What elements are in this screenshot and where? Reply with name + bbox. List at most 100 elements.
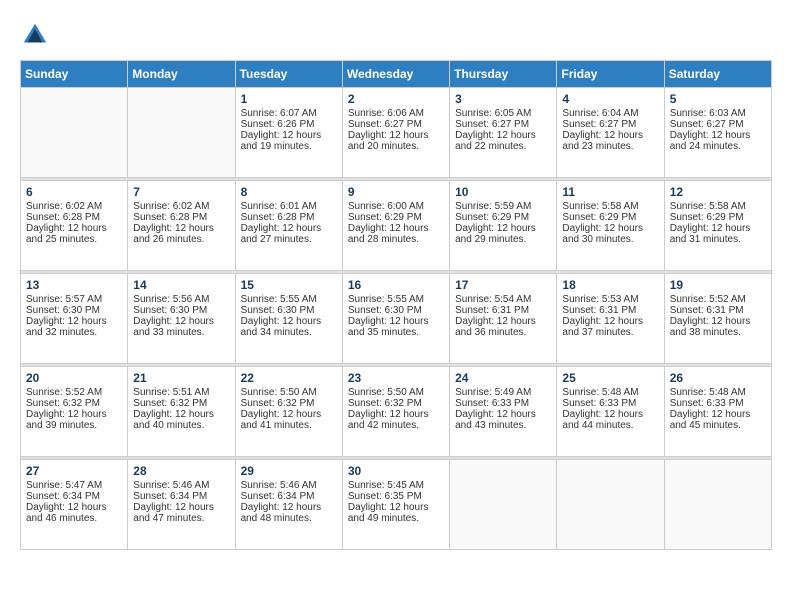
sunrise-text: Sunrise: 5:48 AM — [670, 387, 766, 398]
sunset-text: Sunset: 6:32 PM — [26, 398, 122, 409]
daylight-text: Daylight: 12 hours and 34 minutes. — [241, 316, 337, 338]
calendar-table: SundayMondayTuesdayWednesdayThursdayFrid… — [20, 60, 772, 550]
daylight-text: Daylight: 12 hours and 20 minutes. — [348, 130, 444, 152]
calendar-cell: 15Sunrise: 5:55 AMSunset: 6:30 PMDayligh… — [235, 274, 342, 364]
sunset-text: Sunset: 6:27 PM — [455, 119, 551, 130]
daylight-text: Daylight: 12 hours and 28 minutes. — [348, 223, 444, 245]
day-number: 23 — [348, 371, 444, 385]
header-friday: Friday — [557, 61, 664, 88]
calendar-cell — [128, 88, 235, 178]
daylight-text: Daylight: 12 hours and 47 minutes. — [133, 502, 229, 524]
calendar-cell: 25Sunrise: 5:48 AMSunset: 6:33 PMDayligh… — [557, 367, 664, 457]
sunrise-text: Sunrise: 6:07 AM — [241, 108, 337, 119]
sunrise-text: Sunrise: 5:51 AM — [133, 387, 229, 398]
sunrise-text: Sunrise: 5:58 AM — [670, 201, 766, 212]
day-number: 25 — [562, 371, 658, 385]
day-number: 5 — [670, 92, 766, 106]
day-number: 15 — [241, 278, 337, 292]
daylight-text: Daylight: 12 hours and 30 minutes. — [562, 223, 658, 245]
day-number: 16 — [348, 278, 444, 292]
sunset-text: Sunset: 6:31 PM — [455, 305, 551, 316]
sunset-text: Sunset: 6:27 PM — [670, 119, 766, 130]
calendar-week-2: 13Sunrise: 5:57 AMSunset: 6:30 PMDayligh… — [21, 274, 772, 364]
sunset-text: Sunset: 6:30 PM — [26, 305, 122, 316]
sunrise-text: Sunrise: 5:47 AM — [26, 480, 122, 491]
calendar-cell: 18Sunrise: 5:53 AMSunset: 6:31 PMDayligh… — [557, 274, 664, 364]
day-number: 18 — [562, 278, 658, 292]
logo — [20, 20, 52, 50]
sunrise-text: Sunrise: 6:06 AM — [348, 108, 444, 119]
calendar-cell: 28Sunrise: 5:46 AMSunset: 6:34 PMDayligh… — [128, 460, 235, 550]
daylight-text: Daylight: 12 hours and 27 minutes. — [241, 223, 337, 245]
page-header — [20, 20, 772, 50]
sunset-text: Sunset: 6:34 PM — [133, 491, 229, 502]
sunset-text: Sunset: 6:31 PM — [562, 305, 658, 316]
sunrise-text: Sunrise: 5:48 AM — [562, 387, 658, 398]
calendar-cell: 29Sunrise: 5:46 AMSunset: 6:34 PMDayligh… — [235, 460, 342, 550]
sunset-text: Sunset: 6:30 PM — [133, 305, 229, 316]
calendar-cell: 8Sunrise: 6:01 AMSunset: 6:28 PMDaylight… — [235, 181, 342, 271]
sunset-text: Sunset: 6:34 PM — [241, 491, 337, 502]
sunset-text: Sunset: 6:32 PM — [241, 398, 337, 409]
calendar-cell: 4Sunrise: 6:04 AMSunset: 6:27 PMDaylight… — [557, 88, 664, 178]
sunrise-text: Sunrise: 5:52 AM — [670, 294, 766, 305]
sunrise-text: Sunrise: 5:56 AM — [133, 294, 229, 305]
calendar-cell: 10Sunrise: 5:59 AMSunset: 6:29 PMDayligh… — [450, 181, 557, 271]
day-number: 27 — [26, 464, 122, 478]
daylight-text: Daylight: 12 hours and 33 minutes. — [133, 316, 229, 338]
calendar-cell: 22Sunrise: 5:50 AMSunset: 6:32 PMDayligh… — [235, 367, 342, 457]
daylight-text: Daylight: 12 hours and 25 minutes. — [26, 223, 122, 245]
calendar-header-row: SundayMondayTuesdayWednesdayThursdayFrid… — [21, 61, 772, 88]
sunset-text: Sunset: 6:33 PM — [455, 398, 551, 409]
sunrise-text: Sunrise: 5:57 AM — [26, 294, 122, 305]
header-monday: Monday — [128, 61, 235, 88]
sunset-text: Sunset: 6:27 PM — [562, 119, 658, 130]
day-number: 30 — [348, 464, 444, 478]
sunrise-text: Sunrise: 6:01 AM — [241, 201, 337, 212]
calendar-week-0: 1Sunrise: 6:07 AMSunset: 6:26 PMDaylight… — [21, 88, 772, 178]
calendar-cell: 17Sunrise: 5:54 AMSunset: 6:31 PMDayligh… — [450, 274, 557, 364]
day-number: 9 — [348, 185, 444, 199]
sunset-text: Sunset: 6:28 PM — [26, 212, 122, 223]
day-number: 12 — [670, 185, 766, 199]
day-number: 2 — [348, 92, 444, 106]
daylight-text: Daylight: 12 hours and 43 minutes. — [455, 409, 551, 431]
daylight-text: Daylight: 12 hours and 29 minutes. — [455, 223, 551, 245]
sunset-text: Sunset: 6:29 PM — [348, 212, 444, 223]
calendar-cell — [21, 88, 128, 178]
calendar-cell: 2 Sunrise: 6:06 AMSunset: 6:27 PMDaylight… — [342, 88, 449, 178]
day-number: 6 — [26, 185, 122, 199]
day-number: 17 — [455, 278, 551, 292]
daylight-text: Daylight: 12 hours and 37 minutes. — [562, 316, 658, 338]
sunrise-text: Sunrise: 6:02 AM — [26, 201, 122, 212]
calendar-cell — [664, 460, 771, 550]
daylight-text: Daylight: 12 hours and 38 minutes. — [670, 316, 766, 338]
header-tuesday: Tuesday — [235, 61, 342, 88]
day-number: 21 — [133, 371, 229, 385]
calendar-cell: 3Sunrise: 6:05 AMSunset: 6:27 PMDaylight… — [450, 88, 557, 178]
sunset-text: Sunset: 6:34 PM — [26, 491, 122, 502]
daylight-text: Daylight: 12 hours and 48 minutes. — [241, 502, 337, 524]
sunset-text: Sunset: 6:29 PM — [562, 212, 658, 223]
sunrise-text: Sunrise: 6:03 AM — [670, 108, 766, 119]
calendar-cell: 21Sunrise: 5:51 AMSunset: 6:32 PMDayligh… — [128, 367, 235, 457]
daylight-text: Daylight: 12 hours and 40 minutes. — [133, 409, 229, 431]
day-number: 7 — [133, 185, 229, 199]
sunrise-text: Sunrise: 5:59 AM — [455, 201, 551, 212]
header-saturday: Saturday — [664, 61, 771, 88]
sunrise-text: Sunrise: 5:46 AM — [241, 480, 337, 491]
sunset-text: Sunset: 6:35 PM — [348, 491, 444, 502]
sunset-text: Sunset: 6:28 PM — [133, 212, 229, 223]
calendar-week-3: 20Sunrise: 5:52 AMSunset: 6:32 PMDayligh… — [21, 367, 772, 457]
daylight-text: Daylight: 12 hours and 45 minutes. — [670, 409, 766, 431]
calendar-cell: 13Sunrise: 5:57 AMSunset: 6:30 PMDayligh… — [21, 274, 128, 364]
logo-icon — [20, 20, 50, 50]
sunset-text: Sunset: 6:31 PM — [670, 305, 766, 316]
sunset-text: Sunset: 6:30 PM — [241, 305, 337, 316]
calendar-cell: 11Sunrise: 5:58 AMSunset: 6:29 PMDayligh… — [557, 181, 664, 271]
sunset-text: Sunset: 6:27 PM — [348, 119, 444, 130]
day-number: 28 — [133, 464, 229, 478]
day-number: 13 — [26, 278, 122, 292]
sunrise-text: Sunrise: 6:02 AM — [133, 201, 229, 212]
daylight-text: Daylight: 12 hours and 49 minutes. — [348, 502, 444, 524]
